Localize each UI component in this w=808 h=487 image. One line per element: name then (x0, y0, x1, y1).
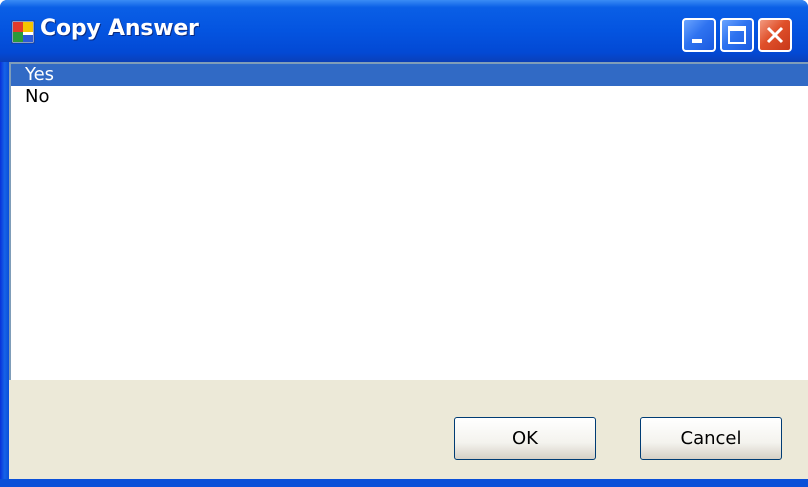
title-bar[interactable]: Copy Answer (0, 0, 808, 62)
answer-listbox[interactable]: Yes No (9, 62, 808, 380)
minimize-icon (692, 39, 702, 43)
maximize-button[interactable] (720, 18, 754, 52)
window-title: Copy Answer (40, 16, 199, 41)
dialog-window: Copy Answer Yes No OK Cancel (0, 0, 808, 487)
minimize-button[interactable] (682, 18, 716, 52)
window-left-border (0, 62, 9, 487)
window-bottom-border (0, 479, 808, 487)
close-icon (766, 26, 784, 44)
ok-button[interactable]: OK (454, 417, 596, 460)
list-item-no[interactable]: No (11, 86, 808, 108)
maximize-icon (728, 26, 746, 44)
list-item-yes[interactable]: Yes (11, 64, 808, 86)
close-button[interactable] (758, 18, 792, 52)
cancel-button[interactable]: Cancel (640, 417, 782, 460)
client-area: Yes No OK Cancel (9, 62, 808, 479)
application-window-icon[interactable] (11, 20, 35, 44)
